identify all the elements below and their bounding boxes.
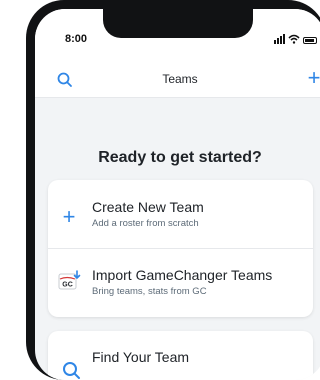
option-subtitle: Bring teams, stats from GC	[92, 286, 207, 297]
phone-frame: 8:00 Teams + Ready to get started? + Cre…	[26, 0, 320, 380]
svg-text:GC: GC	[62, 282, 73, 289]
wifi-icon	[288, 34, 300, 44]
option-title: Import GameChanger Teams	[92, 267, 273, 283]
nav-bar: Teams +	[35, 67, 320, 91]
device-notch	[103, 9, 253, 38]
option-title: Find Your Team	[92, 349, 190, 365]
options-card: + Create New Team Add a roster from scra…	[48, 180, 313, 317]
cellular-signal-icon	[274, 34, 285, 44]
status-time: 8:00	[65, 33, 88, 45]
status-icons	[274, 32, 317, 44]
page-title: Teams	[162, 72, 198, 86]
import-gamechanger-option[interactable]: GC Import GameChanger Teams Bring teams,…	[48, 248, 313, 317]
option-title: Create New Team	[92, 199, 204, 215]
gamechanger-logo-icon: GC	[58, 270, 81, 290]
plus-icon: +	[62, 204, 76, 229]
get-started-heading: Ready to get started?	[98, 149, 262, 166]
battery-icon	[303, 37, 317, 44]
add-team-button[interactable]: +	[303, 67, 320, 89]
create-team-option[interactable]: + Create New Team Add a roster from scra…	[48, 180, 313, 248]
option-subtitle: Add a roster from scratch	[92, 218, 199, 229]
app-screen: 8:00 Teams + Ready to get started? + Cre…	[35, 9, 320, 380]
top-bar: 8:00 Teams +	[35, 9, 320, 98]
find-team-card[interactable]: Find Your Team	[48, 331, 313, 380]
search-icon	[63, 362, 80, 379]
